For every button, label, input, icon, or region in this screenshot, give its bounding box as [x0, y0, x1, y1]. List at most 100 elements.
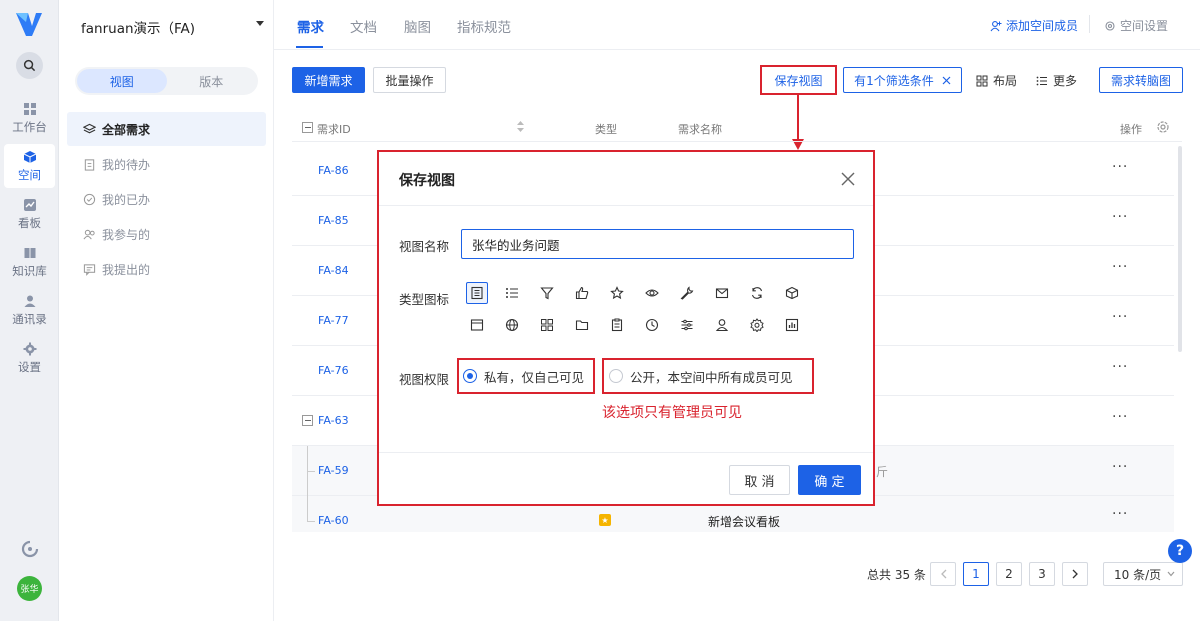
refresh-icon[interactable]: [746, 282, 768, 304]
page-3[interactable]: 3: [1029, 562, 1055, 586]
row-more-button[interactable]: ···: [1112, 506, 1128, 522]
clipboard-icon[interactable]: [606, 314, 628, 336]
requirement-id[interactable]: FA-59: [318, 464, 349, 477]
close-icon[interactable]: [841, 172, 855, 186]
requirement-id[interactable]: FA-77: [318, 314, 349, 327]
page-size-select[interactable]: 10 条/页: [1103, 562, 1183, 586]
search-button[interactable]: [16, 52, 43, 79]
sidebar-item-all[interactable]: 全部需求: [67, 112, 266, 146]
app-logo[interactable]: [14, 10, 44, 38]
list-icon[interactable]: [501, 282, 523, 304]
annotation-note: 该选项只有管理员可见: [602, 405, 742, 421]
requirement-name[interactable]: 新增会议看板: [708, 513, 780, 530]
sort-icon[interactable]: [517, 121, 524, 132]
tab-requirements[interactable]: 需求: [297, 16, 324, 36]
page-1[interactable]: 1: [963, 562, 989, 586]
rail-item-space[interactable]: 空间: [4, 144, 55, 188]
requirement-id[interactable]: FA-60: [318, 514, 349, 527]
collapse-row-icon[interactable]: [302, 415, 313, 426]
collapse-all-icon[interactable]: [302, 122, 313, 133]
prev-page-button[interactable]: [930, 562, 956, 586]
requirement-id[interactable]: FA-85: [318, 214, 349, 227]
filter-button[interactable]: 有1个筛选条件: [843, 67, 962, 93]
rail-item-workbench[interactable]: 工作台: [4, 96, 55, 140]
eye-icon[interactable]: [641, 282, 663, 304]
grid-icon: [23, 102, 36, 115]
help-button[interactable]: ?: [1168, 539, 1192, 563]
requirement-id[interactable]: FA-84: [318, 264, 349, 277]
icon-type-label: 类型图标: [399, 292, 450, 307]
thumbs-up-icon[interactable]: [571, 282, 593, 304]
box-icon[interactable]: [781, 282, 803, 304]
scrollbar[interactable]: [1178, 146, 1182, 352]
star-icon[interactable]: [606, 282, 628, 304]
tab-mindmap[interactable]: 脑图: [404, 16, 431, 36]
batch-operation-button[interactable]: 批量操作: [373, 67, 446, 93]
apps-icon[interactable]: [536, 314, 558, 336]
tab-docs[interactable]: 文档: [350, 16, 377, 36]
requirement-name[interactable]: 斤: [876, 463, 888, 480]
cancel-button[interactable]: 取 消: [729, 465, 790, 495]
tab-metrics[interactable]: 指标规范: [457, 16, 511, 36]
cube-icon: [23, 150, 36, 163]
radio-unselected[interactable]: [609, 369, 623, 383]
column-name: 需求名称: [678, 123, 722, 136]
space-settings-link[interactable]: 空间设置: [1104, 17, 1168, 34]
column-id[interactable]: 需求ID: [317, 121, 351, 137]
avatar[interactable]: 张华: [17, 576, 42, 601]
clock-icon[interactable]: [641, 314, 663, 336]
requirement-id[interactable]: FA-63: [318, 414, 349, 427]
sidebar-item-label: 我的已办: [102, 192, 151, 207]
sidebar-item-involved[interactable]: 我参与的: [67, 217, 266, 251]
doc-icon[interactable]: [466, 282, 488, 304]
column-settings-icon[interactable]: [1156, 120, 1170, 134]
rail-item-knowledge[interactable]: 知识库: [4, 240, 55, 284]
segment-view[interactable]: 视图: [77, 69, 167, 93]
row-more-button[interactable]: ···: [1112, 159, 1128, 175]
view-name-input[interactable]: [461, 229, 854, 259]
row-more-button[interactable]: ···: [1112, 359, 1128, 375]
requirement-id[interactable]: FA-76: [318, 364, 349, 377]
rail-item-settings[interactable]: 设置: [4, 336, 55, 380]
rail-item-contacts[interactable]: 通讯录: [4, 288, 55, 332]
public-option[interactable]: 公开，本空间中所有成员可见: [602, 358, 814, 394]
row-more-button[interactable]: ···: [1112, 459, 1128, 475]
confirm-button[interactable]: 确 定: [798, 465, 861, 495]
sidebar-item-submitted[interactable]: 我提出的: [67, 252, 266, 286]
caret-down-icon[interactable]: [256, 21, 264, 26]
more-button[interactable]: 更多: [1036, 72, 1077, 89]
requirement-id[interactable]: FA-86: [318, 164, 349, 177]
private-option[interactable]: 私有，仅自己可见: [457, 358, 595, 394]
settings-icon[interactable]: [746, 314, 768, 336]
folder-icon[interactable]: [571, 314, 593, 336]
support-icon[interactable]: [21, 540, 39, 558]
page-2[interactable]: 2: [996, 562, 1022, 586]
row-more-button[interactable]: ···: [1112, 409, 1128, 425]
sliders-icon[interactable]: [676, 314, 698, 336]
sidebar-item-done[interactable]: 我的已办: [67, 182, 266, 216]
next-page-button[interactable]: [1062, 562, 1088, 586]
bar-chart-icon[interactable]: [781, 314, 803, 336]
user-icon[interactable]: [711, 314, 733, 336]
close-icon[interactable]: [942, 76, 951, 85]
divider: [1089, 15, 1090, 33]
workspace-name[interactable]: fanruan演示（FA): [81, 17, 195, 37]
table-header: 需求ID 类型 需求名称 操作: [292, 114, 1182, 142]
window-icon[interactable]: [466, 314, 488, 336]
row-more-button[interactable]: ···: [1112, 259, 1128, 275]
row-more-button[interactable]: ···: [1112, 309, 1128, 325]
wrench-icon[interactable]: [676, 282, 698, 304]
mail-icon[interactable]: [711, 282, 733, 304]
globe-icon[interactable]: [501, 314, 523, 336]
add-member-link[interactable]: 添加空间成员: [990, 17, 1078, 34]
to-mindmap-button[interactable]: 需求转脑图: [1099, 67, 1183, 93]
sidebar-item-todo[interactable]: 我的待办: [67, 147, 266, 181]
rail-item-board[interactable]: 看板: [4, 192, 55, 236]
layout-button[interactable]: 布局: [976, 72, 1017, 89]
segment-version[interactable]: 版本: [167, 69, 257, 93]
row-more-button[interactable]: ···: [1112, 209, 1128, 225]
radio-selected[interactable]: [463, 369, 477, 383]
new-requirement-button[interactable]: 新增需求: [292, 67, 365, 93]
filter-icon[interactable]: [536, 282, 558, 304]
app-rail: 工作台 空间 看板 知识库 通讯录 设置 张华: [0, 0, 59, 621]
